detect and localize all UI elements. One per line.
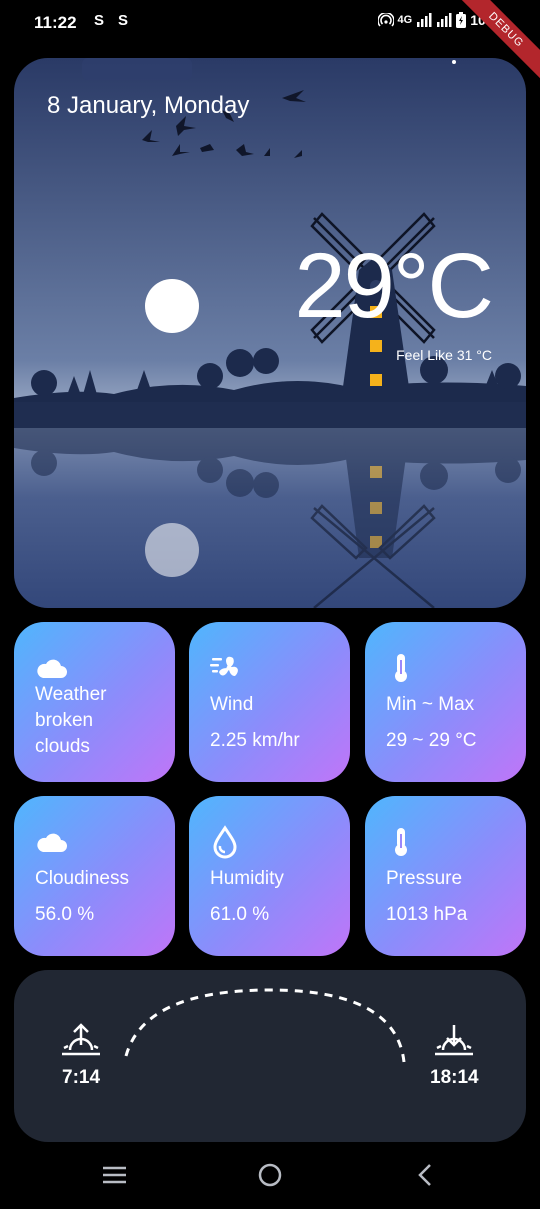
temperature-value: 29°C xyxy=(294,235,494,337)
cloud-icon xyxy=(37,833,67,852)
sunset-time: 18:14 xyxy=(430,1067,479,1088)
thermometer-icon xyxy=(395,828,407,856)
wind-card[interactable]: Wind 2.25 km/hr xyxy=(189,622,350,782)
card-title: Humidity xyxy=(210,868,284,889)
back-button xyxy=(418,1164,431,1186)
min-max-card[interactable]: Min ~ Max 29 ~ 29 °C xyxy=(365,622,526,782)
hotspot-icon xyxy=(377,13,394,27)
weather-card[interactable]: Weather broken clouds xyxy=(14,622,175,782)
card-value: 2.25 km/hr xyxy=(210,730,300,751)
sunset-icon xyxy=(435,1025,473,1056)
thermometer-icon xyxy=(395,654,407,682)
signal-icon xyxy=(437,13,452,27)
notification-s-icon: S xyxy=(94,12,105,29)
sun-path-arc xyxy=(124,988,406,1063)
signal-icon xyxy=(417,13,432,27)
card-value: 56.0 % xyxy=(35,904,95,925)
system-nav-bar xyxy=(0,1146,540,1204)
droplet-icon xyxy=(213,825,237,859)
humidity-card[interactable]: Humidity 61.0 % xyxy=(189,796,350,956)
card-title: Min ~ Max xyxy=(386,694,475,715)
feels-like-label: Feel Like 31 °C xyxy=(396,347,492,363)
sunrise-time: 7:14 xyxy=(62,1067,101,1088)
notification-s-icon: S xyxy=(118,12,129,29)
battery-icon xyxy=(456,12,467,28)
status-time: 11:22 xyxy=(34,13,77,32)
card-title: Wind xyxy=(210,694,254,715)
wind-icon xyxy=(210,656,238,676)
card-title: Cloudiness xyxy=(35,868,129,889)
card-value: 61.0 % xyxy=(210,904,270,925)
home-button xyxy=(258,1163,282,1187)
pressure-card[interactable]: Pressure 1013 hPa xyxy=(365,796,526,956)
sunrise-icon xyxy=(62,1023,100,1056)
recent-apps-button xyxy=(103,1166,126,1184)
date-label: 8 January, Monday xyxy=(47,92,250,119)
network-type: 4G xyxy=(397,14,413,26)
status-bar: 11:22 S S 4G 100% DEBUG xyxy=(0,0,540,80)
card-title: Pressure xyxy=(386,868,463,889)
card-value: 1013 hPa xyxy=(386,904,468,925)
card-value: 29 ~ 29 °C xyxy=(386,730,477,751)
weather-hero-card: 8 January, Monday 29°C Feel Like 31 °C xyxy=(14,58,526,608)
card-title: Weather broken clouds xyxy=(35,684,107,757)
cloud-icon xyxy=(37,659,67,678)
sun-times-panel: 7:14 18:14 xyxy=(14,970,526,1142)
sun-illustration xyxy=(145,279,199,333)
cloudiness-card[interactable]: Cloudiness 56.0 % xyxy=(14,796,175,956)
